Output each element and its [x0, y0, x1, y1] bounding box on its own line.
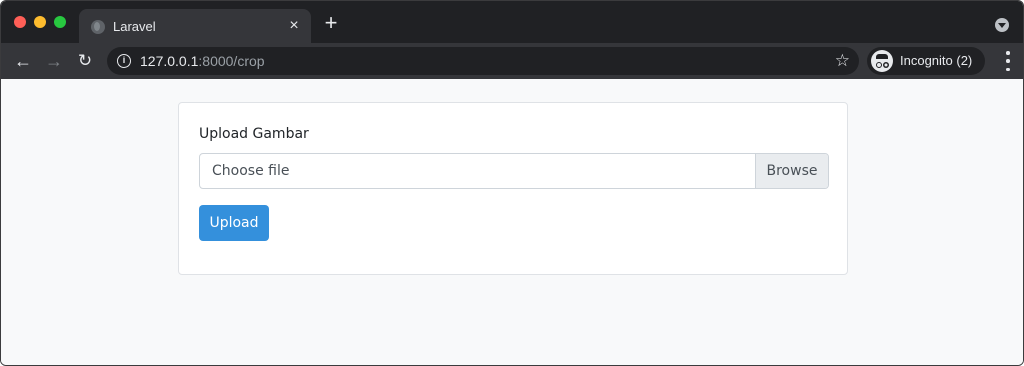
reload-icon[interactable]: ↻ [73, 49, 97, 73]
page-viewport: Upload Gambar Choose file Browse Upload [1, 79, 1023, 365]
upload-button[interactable]: Upload [199, 205, 269, 241]
minimize-window-button[interactable] [34, 16, 46, 28]
url-host: 127.0.0.1 [140, 53, 199, 69]
tab-laravel[interactable]: Laravel × [79, 9, 311, 43]
browse-button[interactable]: Browse [755, 154, 828, 188]
upload-label: Upload Gambar [199, 126, 309, 142]
browser-toolbar: ← → ↻ i 127.0.0.1:8000/crop ☆ Incognito … [1, 43, 1023, 79]
new-tab-button[interactable]: + [321, 12, 341, 34]
url-text[interactable]: 127.0.0.1:8000/crop [140, 53, 265, 69]
url-path: :8000/crop [198, 53, 265, 69]
close-tab-icon[interactable]: × [285, 17, 303, 35]
browser-window: Laravel × + ← → ↻ i 127.0.0.1:8000/crop … [0, 0, 1024, 366]
maximize-window-button[interactable] [54, 16, 66, 28]
address-bar[interactable]: i 127.0.0.1:8000/crop ☆ [107, 47, 859, 75]
upload-card: Upload Gambar Choose file Browse Upload [178, 102, 848, 275]
bookmark-star-icon[interactable]: ☆ [835, 50, 850, 72]
incognito-profile-button[interactable]: Incognito (2) [867, 47, 985, 75]
incognito-icon [871, 50, 893, 72]
file-input-placeholder: Choose file [212, 163, 290, 179]
forward-arrow-icon[interactable]: → [42, 49, 66, 73]
globe-icon [91, 20, 105, 34]
profile-label: Incognito (2) [900, 53, 973, 68]
tab-title: Laravel [113, 19, 156, 34]
file-input[interactable]: Choose file Browse [199, 153, 829, 189]
close-window-button[interactable] [14, 16, 26, 28]
back-arrow-icon[interactable]: ← [11, 49, 35, 73]
tab-search-icon[interactable] [995, 18, 1009, 32]
kebab-menu-icon[interactable] [1005, 51, 1011, 71]
site-info-icon[interactable]: i [117, 54, 131, 68]
tab-strip: Laravel × + [1, 1, 1023, 43]
